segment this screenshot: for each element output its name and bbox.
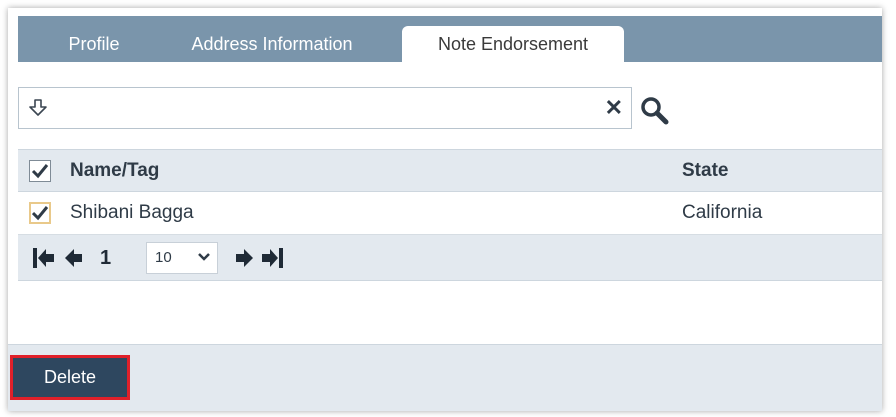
dialog-frame: Profile Address Information Note Endorse… bbox=[8, 8, 882, 411]
tab-profile[interactable]: Profile bbox=[46, 26, 142, 62]
table-row[interactable]: Shibani Bagga California bbox=[18, 192, 882, 235]
column-header-state[interactable]: State bbox=[682, 150, 728, 192]
tab-bar: Profile Address Information Note Endorse… bbox=[18, 16, 882, 62]
row-name: Shibani Bagga bbox=[70, 202, 194, 223]
page-size-select[interactable]: 10 bbox=[146, 242, 218, 274]
delete-button[interactable]: Delete bbox=[10, 355, 130, 400]
next-page-icon[interactable] bbox=[234, 247, 254, 269]
grid-header: Name/Tag State bbox=[18, 149, 882, 192]
chevron-down-icon bbox=[198, 253, 210, 261]
last-page-icon[interactable] bbox=[260, 247, 284, 269]
select-all-checkbox[interactable] bbox=[29, 160, 51, 182]
checkmark-icon bbox=[31, 164, 49, 179]
first-page-icon[interactable] bbox=[32, 247, 56, 269]
checkmark-icon bbox=[32, 206, 49, 221]
dialog-footer: Delete bbox=[8, 344, 882, 411]
page-size-value: 10 bbox=[155, 249, 172, 266]
close-icon[interactable]: ✕ bbox=[605, 96, 623, 120]
search-input[interactable]: ✕ bbox=[18, 87, 632, 129]
current-page-number: 1 bbox=[100, 247, 112, 269]
tab-address-information[interactable]: Address Information bbox=[168, 26, 376, 62]
row-state: California bbox=[682, 202, 763, 223]
pager: 1 10 bbox=[18, 235, 882, 281]
filter-arrow-icon[interactable] bbox=[27, 97, 49, 119]
data-grid: Name/Tag State Shibani Bagga California … bbox=[18, 149, 882, 281]
tab-note-endorsement[interactable]: Note Endorsement bbox=[402, 26, 624, 62]
previous-page-icon[interactable] bbox=[64, 247, 84, 269]
search-icon[interactable] bbox=[640, 96, 670, 126]
column-header-name-tag[interactable]: Name/Tag bbox=[70, 150, 159, 192]
row-checkbox[interactable] bbox=[29, 202, 51, 224]
